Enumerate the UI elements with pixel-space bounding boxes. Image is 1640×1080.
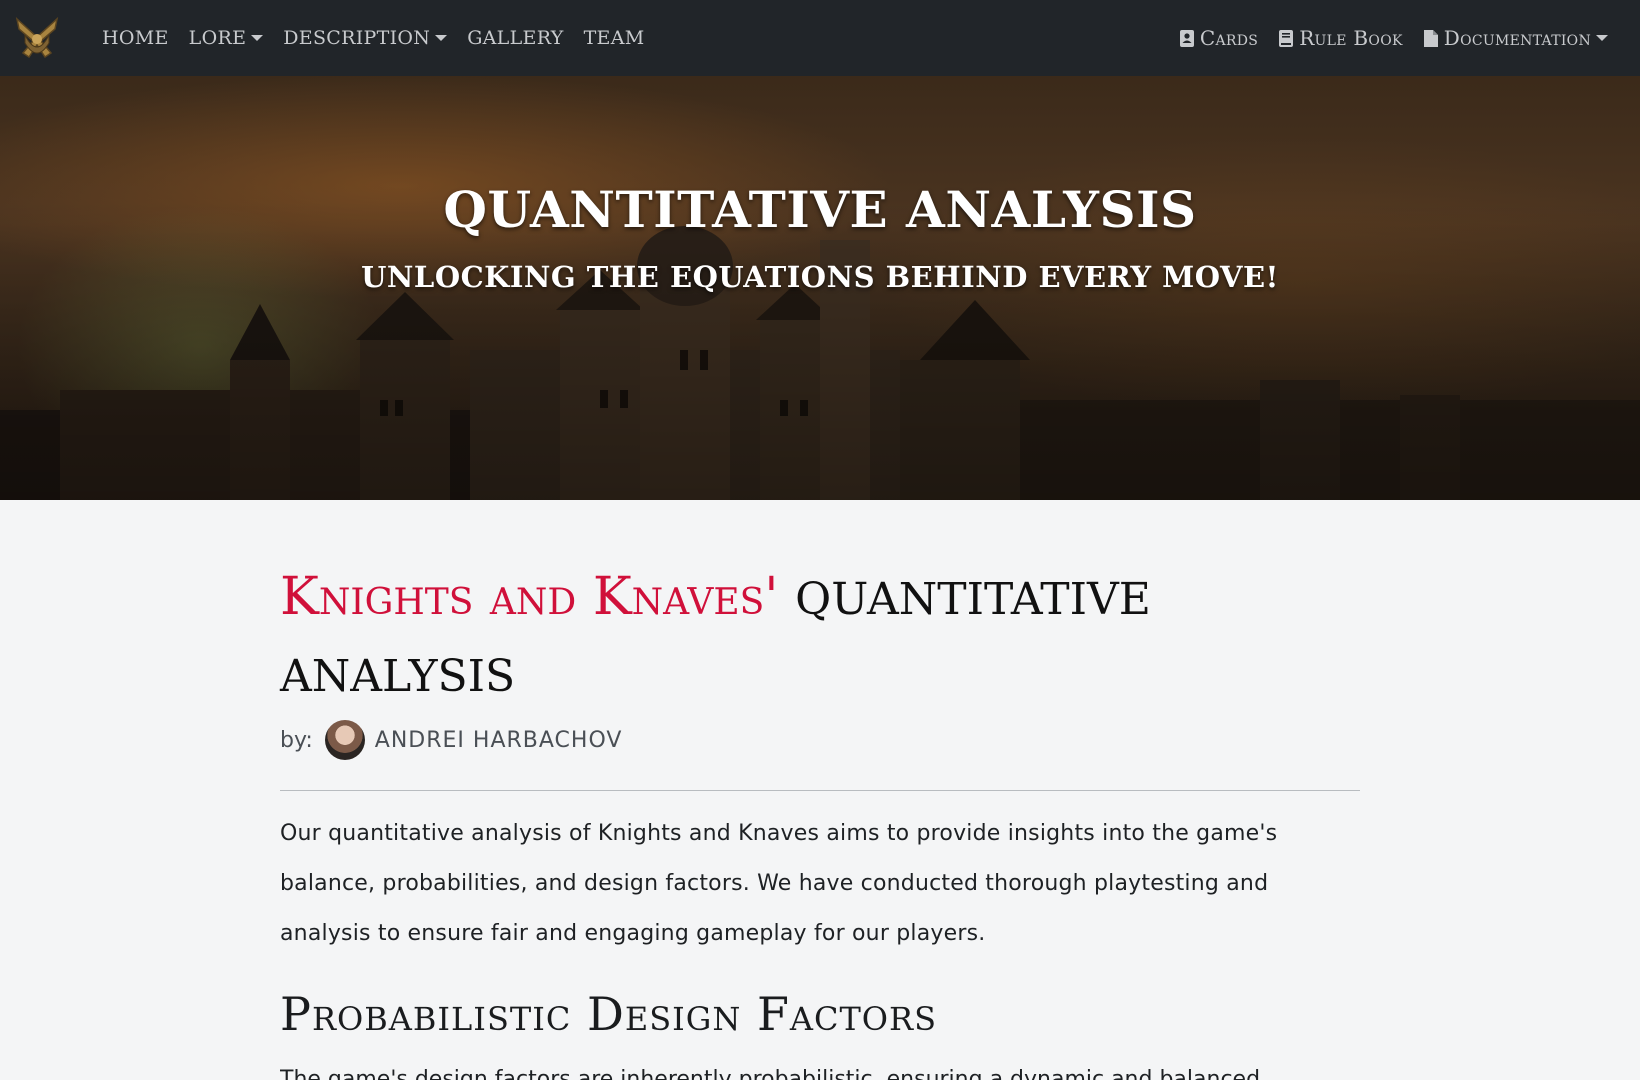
nav-right-group: Cards Rule Book Documentation (1169, 26, 1630, 50)
nav-item-left-0[interactable]: HOME (102, 27, 169, 49)
article-title: Knights and Knaves' quantitative analysi… (280, 560, 1360, 714)
by-label: by: (280, 727, 313, 753)
nav-item-label: GALLERY (467, 27, 564, 49)
intro-paragraph: Our quantitative analysis of Knights and… (280, 821, 1278, 946)
nav-item-left-3[interactable]: GALLERY (467, 27, 563, 49)
nav-item-label: Rule Book (1299, 26, 1403, 50)
file-icon (1423, 29, 1444, 48)
author-avatar[interactable] (324, 720, 365, 760)
article-content: Knights and Knaves' quantitative analysi… (280, 560, 1360, 1080)
nav-left-group: HOME LORE DESCRIPTION GALLERY TEAM (92, 27, 654, 49)
nav-item-right-2[interactable]: Documentation (1423, 26, 1608, 50)
top-navbar: HOME LORE DESCRIPTION GALLERY TEAM Cards Rule… (0, 0, 1640, 76)
address-card-icon (1179, 29, 1200, 48)
caret-down-icon (435, 35, 448, 41)
nav-item-left-1[interactable]: LORE (189, 27, 264, 49)
crossed-swords-logo-icon[interactable] (10, 13, 64, 63)
divider (280, 790, 1360, 791)
nav-item-left-4[interactable]: TEAM (584, 27, 645, 49)
nav-item-label: TEAM (583, 27, 645, 49)
hero-banner: QUANTITATIVE ANALYSIS UNLOCKING THE EQUA… (0, 76, 1640, 500)
hero-title: QUANTITATIVE ANALYSIS (443, 180, 1197, 239)
nav-item-label: DESCRIPTION (283, 27, 431, 49)
nav-item-right-0[interactable]: Cards (1179, 26, 1258, 50)
section-title: Probabilistic Design Factors (280, 987, 938, 1041)
nav-item-left-2[interactable]: DESCRIPTION (283, 27, 448, 49)
nav-item-right-1[interactable]: Rule Book (1278, 26, 1403, 50)
nav-item-label: HOME (102, 27, 169, 49)
nav-item-label: Documentation (1443, 26, 1591, 50)
article-title-accent: Knights and Knaves' (280, 567, 779, 627)
nav-item-label: Cards (1199, 26, 1259, 50)
author-name[interactable]: ANDREI HARBACHOV (375, 728, 623, 753)
section-paragraph: The game's design factors are inherently… (280, 1067, 1261, 1080)
caret-down-icon (1596, 35, 1608, 41)
book-icon (1278, 29, 1299, 48)
castle-silhouette-image (0, 200, 1640, 500)
caret-down-icon (251, 35, 264, 41)
nav-item-label: LORE (188, 27, 247, 49)
hero-subtitle: UNLOCKING THE EQUATIONS BEHIND EVERY MOV… (361, 260, 1279, 294)
byline: by: ANDREI HARBACHOV (280, 720, 1360, 760)
